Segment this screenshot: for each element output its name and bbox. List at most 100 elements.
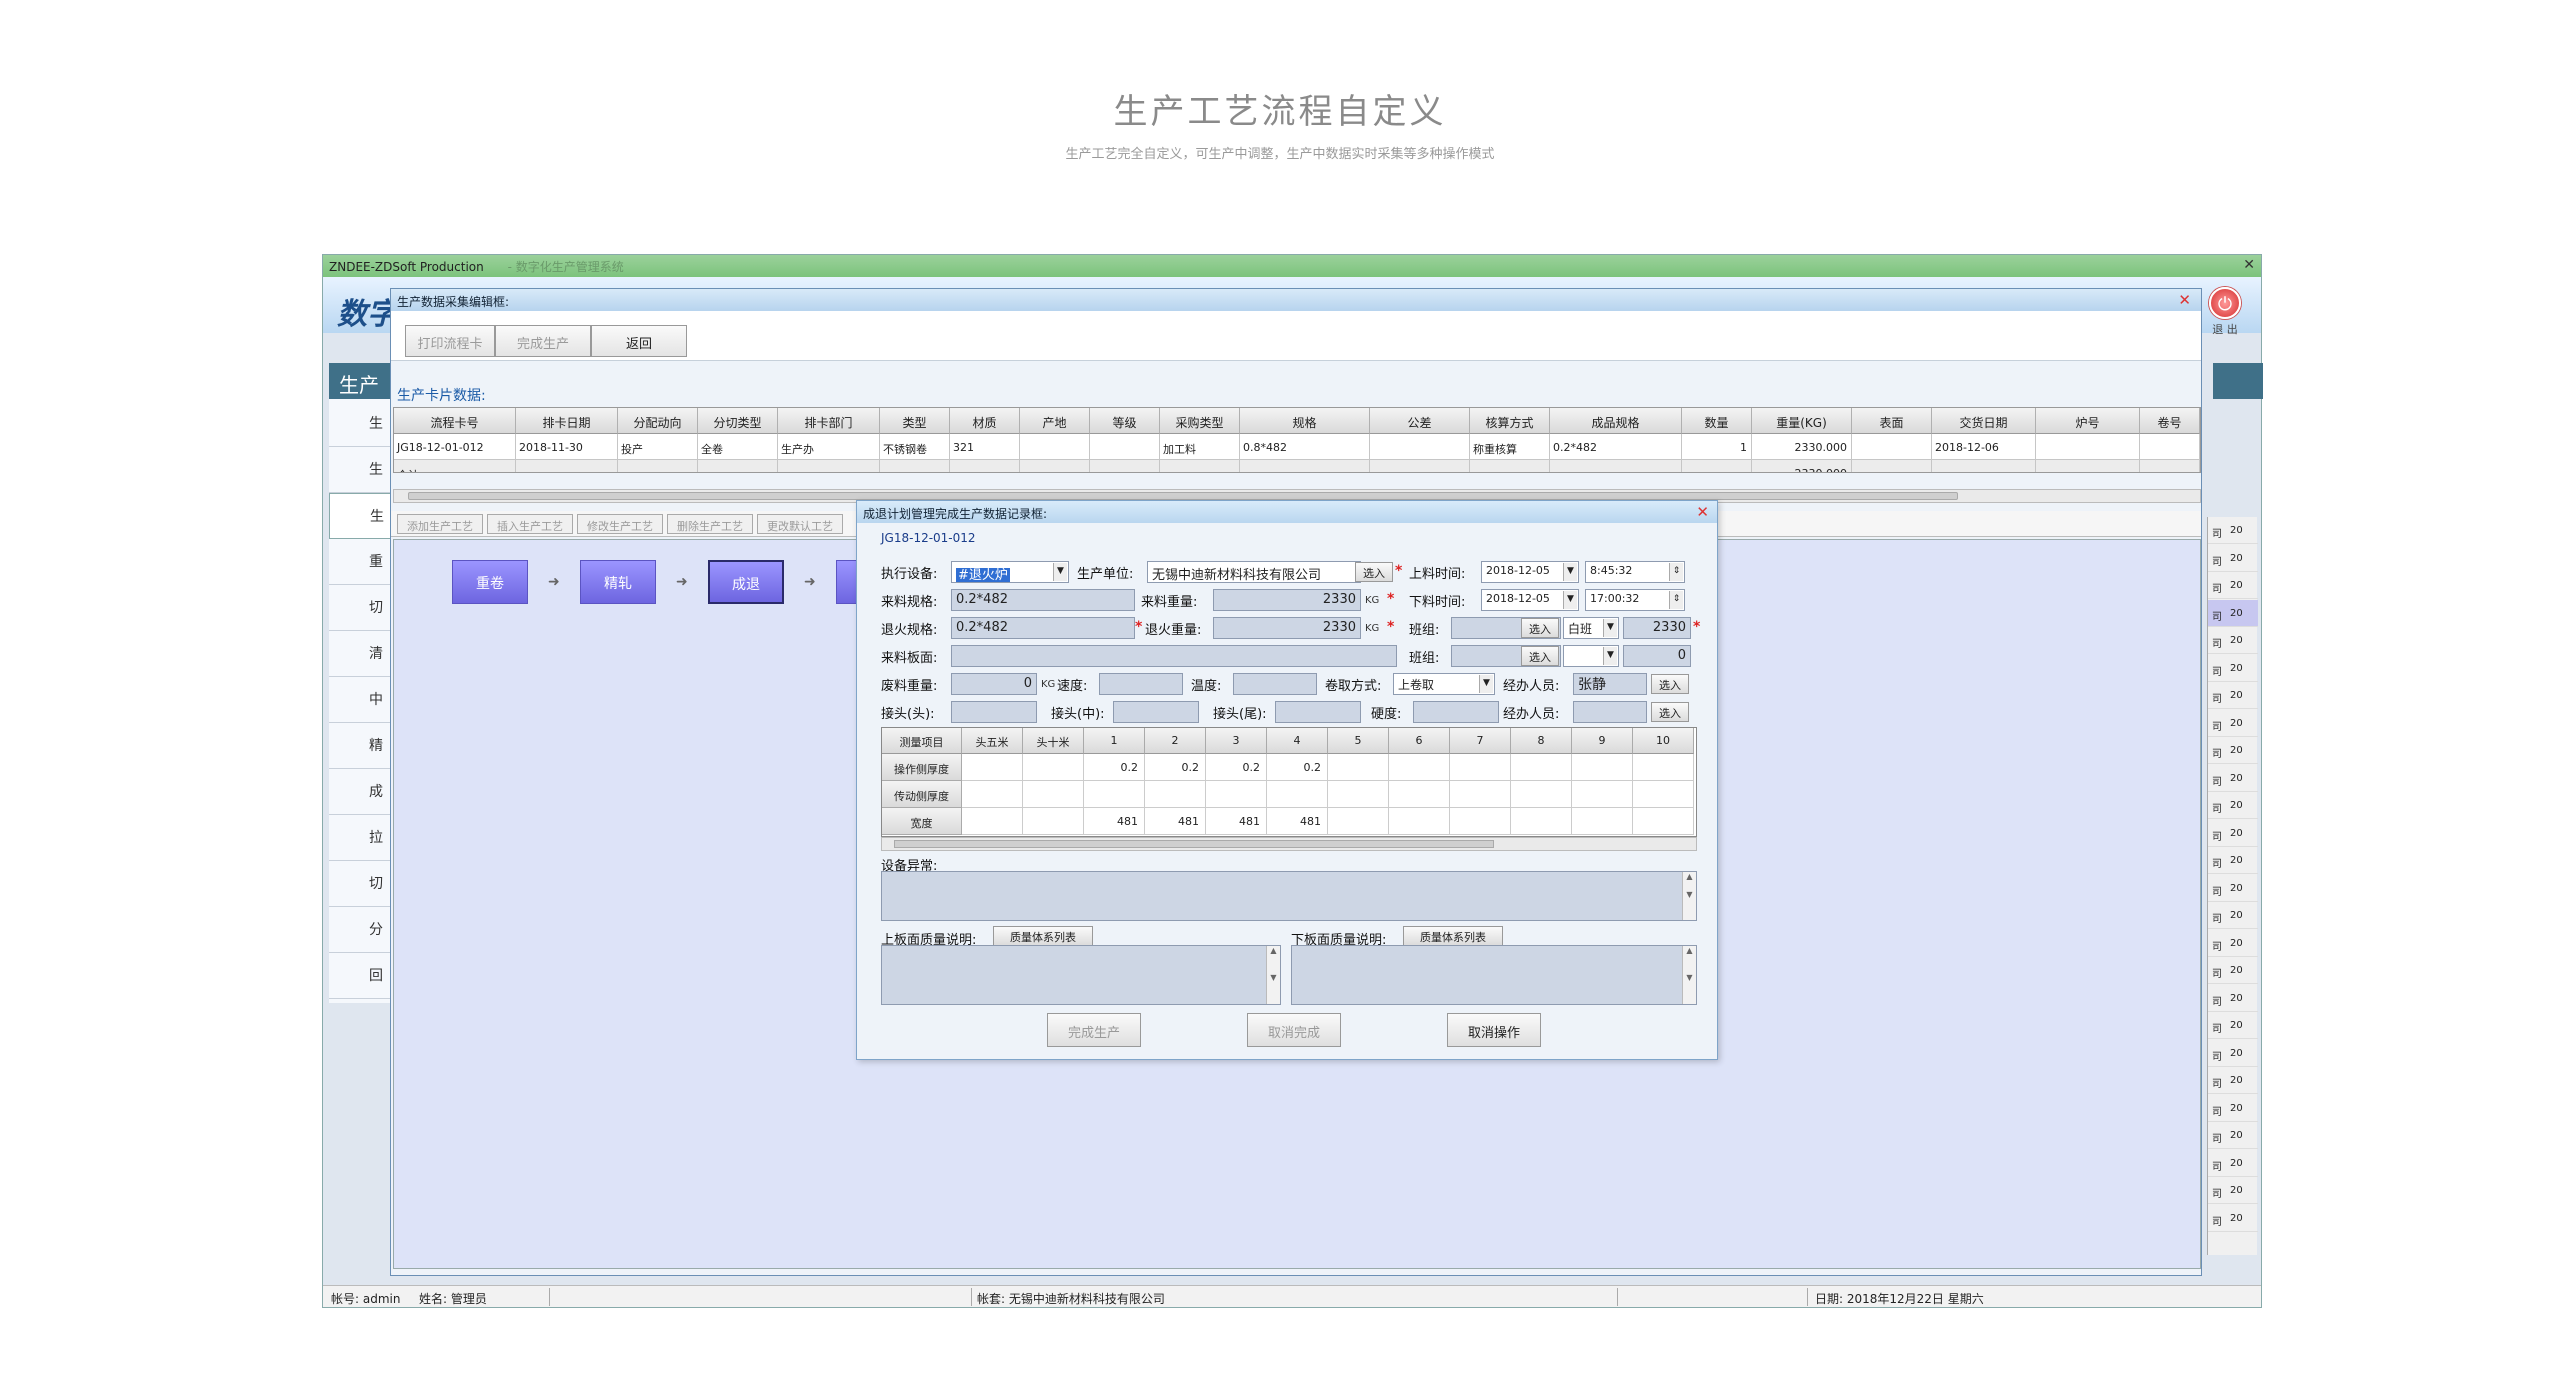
column-header[interactable]: 卷号 bbox=[2140, 408, 2200, 434]
scrollbar[interactable]: ▲ ▼ bbox=[1682, 872, 1696, 920]
surface-field[interactable] bbox=[951, 645, 1397, 667]
column-header[interactable]: 分配动向 bbox=[618, 408, 698, 434]
measurement-cell[interactable] bbox=[1328, 754, 1389, 781]
column-header[interactable]: 材质 bbox=[950, 408, 1020, 434]
measurement-cell[interactable] bbox=[1450, 808, 1511, 835]
upper-quality-textarea[interactable]: ▲ ▼ bbox=[881, 945, 1281, 1005]
column-header[interactable]: 排卡部门 bbox=[778, 408, 880, 434]
measurement-cell[interactable] bbox=[962, 808, 1023, 835]
process-button[interactable]: 修改生产工艺 bbox=[577, 514, 663, 534]
measurement-cell[interactable] bbox=[1389, 754, 1450, 781]
column-header[interactable]: 类型 bbox=[880, 408, 950, 434]
list-item[interactable]: 司 20 bbox=[2208, 1040, 2258, 1067]
window-close-icon[interactable]: ✕ bbox=[2243, 257, 2255, 273]
sidebar-item[interactable]: 分 bbox=[329, 907, 391, 953]
column-header[interactable]: 公差 bbox=[1370, 408, 1470, 434]
sidebar-item[interactable]: 清 bbox=[329, 631, 391, 677]
device-select[interactable]: #退火炉 ▼ bbox=[951, 561, 1069, 583]
sidebar-item[interactable]: 切 bbox=[329, 861, 391, 907]
list-item[interactable]: 司 20 bbox=[2208, 545, 2258, 572]
column-header[interactable]: 重量(KG) bbox=[1752, 408, 1852, 434]
list-item[interactable]: 司 20 bbox=[2208, 1012, 2258, 1039]
measurement-cell[interactable] bbox=[1389, 781, 1450, 808]
list-item[interactable]: 司 20 bbox=[2208, 902, 2258, 929]
shift-weight-field[interactable]: 2330 bbox=[1623, 617, 1691, 639]
measurement-cell[interactable] bbox=[1145, 781, 1206, 808]
team2-pick-button[interactable]: 选入 bbox=[1521, 646, 1559, 666]
measurement-cell[interactable] bbox=[1023, 781, 1084, 808]
right-list[interactable]: 司 20 司 20 司 20 司 20 司 20 司 20 司 20 司 20 司 20 司 20 司 20 司 20 司 20 司… bbox=[2207, 517, 2258, 1255]
list-item[interactable]: 司 20 bbox=[2208, 1095, 2258, 1122]
table-cell[interactable] bbox=[1090, 434, 1160, 460]
flow-node[interactable]: 重卷 bbox=[452, 560, 528, 604]
exit-button[interactable]: ⏻ 退 出 bbox=[2205, 287, 2245, 336]
table-cell[interactable] bbox=[2036, 434, 2140, 460]
list-item[interactable]: 司 20 bbox=[2208, 737, 2258, 764]
print-card-button[interactable]: 打印流程卡 bbox=[405, 325, 495, 357]
column-header[interactable]: 核算方式 bbox=[1470, 408, 1550, 434]
list-item[interactable]: 司 20 bbox=[2208, 765, 2258, 792]
flow-node[interactable]: 成退 bbox=[708, 560, 784, 604]
unit-pick-button[interactable]: 选入 bbox=[1355, 562, 1393, 582]
table-cell[interactable]: 2018-12-06 bbox=[1932, 434, 2036, 460]
joint-mid-field[interactable] bbox=[1113, 701, 1199, 723]
measurement-scroll-thumb[interactable] bbox=[894, 840, 1494, 848]
load-clock-field[interactable]: 8:45:32 ⇕ bbox=[1585, 561, 1685, 583]
table-cell[interactable] bbox=[1020, 434, 1090, 460]
handler-pick-button[interactable]: 选入 bbox=[1651, 674, 1689, 694]
measurement-cell[interactable] bbox=[1572, 781, 1633, 808]
anneal-spec-field[interactable]: 0.2*482 bbox=[951, 617, 1135, 639]
list-item[interactable]: 司 20 bbox=[2208, 1067, 2258, 1094]
list-item[interactable]: 司 20 bbox=[2208, 1177, 2258, 1204]
temp-field[interactable] bbox=[1233, 673, 1317, 695]
table-cell[interactable]: 加工料 bbox=[1160, 434, 1240, 460]
in-spec-field[interactable]: 0.2*482 bbox=[951, 589, 1135, 611]
scrollbar[interactable]: ▲ ▼ bbox=[1682, 946, 1696, 1004]
column-header[interactable]: 排卡日期 bbox=[516, 408, 618, 434]
table-cell[interactable]: 不锈钢卷 bbox=[880, 434, 950, 460]
table-cell[interactable]: 0.2*482 bbox=[1550, 434, 1682, 460]
list-item[interactable]: 司 20 bbox=[2208, 710, 2258, 737]
sidebar-item[interactable]: 回 bbox=[329, 953, 391, 999]
sidebar-item[interactable]: 中 bbox=[329, 677, 391, 723]
measurement-cell[interactable] bbox=[1633, 754, 1694, 781]
measurement-cell[interactable] bbox=[1511, 808, 1572, 835]
list-item[interactable]: 司 20 bbox=[2208, 572, 2258, 599]
table-cell[interactable]: 2330.000 bbox=[1752, 434, 1852, 460]
column-header[interactable]: 分切类型 bbox=[698, 408, 778, 434]
unload-date-field[interactable]: 2018-12-05 ▼ bbox=[1481, 589, 1579, 611]
joint-head-field[interactable] bbox=[951, 701, 1037, 723]
table-cell[interactable]: 全卷 bbox=[698, 434, 778, 460]
table-cell[interactable] bbox=[1370, 434, 1470, 460]
anneal-weight-field[interactable]: 2330 bbox=[1213, 617, 1361, 639]
sidebar-item[interactable]: 切 bbox=[329, 585, 391, 631]
column-header[interactable]: 表面 bbox=[1852, 408, 1932, 434]
measurement-cell[interactable] bbox=[1572, 754, 1633, 781]
dialog-close-icon[interactable]: ✕ bbox=[1696, 503, 1709, 521]
handler2-field[interactable] bbox=[1573, 701, 1647, 723]
table-cell[interactable]: 2018-11-30 bbox=[516, 434, 618, 460]
sidebar-item[interactable]: 重 bbox=[329, 539, 391, 585]
column-header[interactable]: 流程卡号 bbox=[394, 408, 516, 434]
measurement-cell[interactable] bbox=[1023, 754, 1084, 781]
speed-field[interactable] bbox=[1099, 673, 1183, 695]
table-cell[interactable]: JG18-12-01-012 bbox=[394, 434, 516, 460]
sidebar-item[interactable]: 拉 bbox=[329, 815, 391, 861]
measurement-cell[interactable]: 481 bbox=[1206, 808, 1267, 835]
list-item[interactable]: 司 20 bbox=[2208, 930, 2258, 957]
list-item[interactable]: 司 20 bbox=[2208, 847, 2258, 874]
table-cell[interactable]: 称重核算 bbox=[1470, 434, 1550, 460]
shift2-select[interactable]: ▼ bbox=[1563, 645, 1619, 667]
column-header[interactable]: 数量 bbox=[1682, 408, 1752, 434]
list-item[interactable]: 司 20 bbox=[2208, 517, 2258, 544]
hardness-field[interactable] bbox=[1413, 701, 1499, 723]
card-table-scroll-thumb[interactable] bbox=[408, 492, 1958, 500]
unload-clock-field[interactable]: 17:00:32 ⇕ bbox=[1585, 589, 1685, 611]
scrollbar[interactable]: ▲ ▼ bbox=[1266, 946, 1280, 1004]
measurement-cell[interactable] bbox=[962, 781, 1023, 808]
sidebar-item[interactable]: 成 bbox=[329, 769, 391, 815]
measurement-cell[interactable] bbox=[1511, 754, 1572, 781]
process-button[interactable]: 删除生产工艺 bbox=[667, 514, 753, 534]
measurement-cell[interactable] bbox=[1328, 781, 1389, 808]
table-cell[interactable]: 生产办 bbox=[778, 434, 880, 460]
